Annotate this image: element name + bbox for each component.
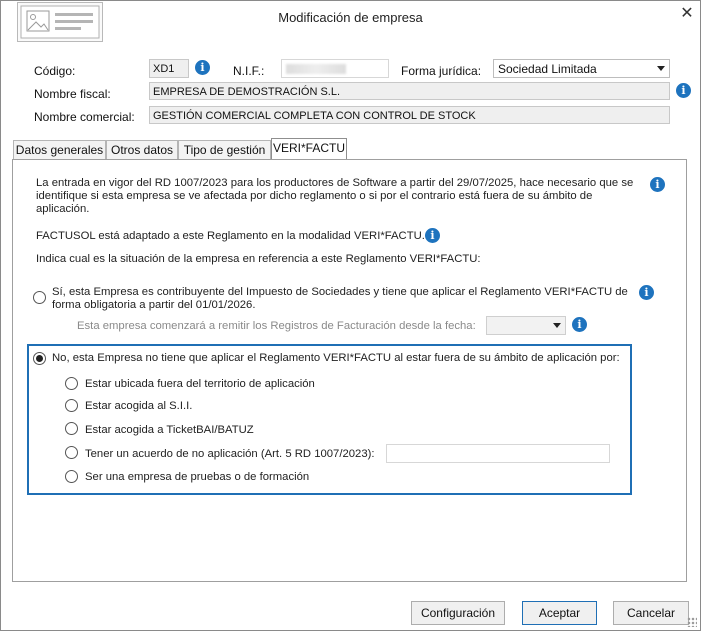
adapted-text: FACTUSOL está adaptado a este Reglamento…: [36, 230, 425, 242]
tab-verifactu[interactable]: VERI*FACTU: [271, 138, 347, 160]
nombre-comercial-label: Nombre comercial:: [34, 110, 135, 124]
radio-ticketbai[interactable]: [65, 422, 78, 435]
forma-juridica-select[interactable]: Sociedad Limitada: [493, 59, 670, 78]
tab-datos-generales[interactable]: Datos generales: [13, 140, 106, 159]
sub-option-label: Estar ubicada fuera del territorio de ap…: [85, 378, 315, 390]
nif-field[interactable]: [281, 59, 389, 78]
nif-label: N.I.F.:: [233, 64, 265, 78]
nombre-comercial-field[interactable]: GESTIÓN COMERCIAL COMPLETA CON CONTROL D…: [149, 106, 670, 124]
aceptar-button[interactable]: Aceptar: [522, 601, 597, 625]
codigo-label: Código:: [34, 64, 76, 78]
indicate-text: Indica cual es la situación de la empres…: [36, 253, 481, 265]
sub-option-label: Estar acogida al S.I.I.: [85, 400, 193, 412]
adapted-info-icon[interactable]: i: [425, 228, 440, 243]
sub-option-label: Tener un acuerdo de no aplicación (Art. …: [85, 448, 375, 460]
tab-tipo-gestion[interactable]: Tipo de gestión: [178, 140, 271, 159]
forma-juridica-value: Sociedad Limitada: [498, 62, 597, 76]
start-date-select[interactable]: [486, 316, 566, 335]
chevron-down-icon: [657, 66, 665, 71]
radio-option-no[interactable]: [33, 352, 46, 365]
start-date-label: Esta empresa comenzará a remitir los Reg…: [77, 320, 476, 332]
sub-option-label: Ser una empresa de pruebas o de formació…: [85, 471, 310, 483]
nombre-fiscal-info-icon[interactable]: i: [676, 83, 691, 98]
dialog-window: Modificación de empresa ✕ Código: XD1 i …: [0, 0, 701, 631]
codigo-field[interactable]: XD1: [149, 59, 189, 78]
tab-otros-datos[interactable]: Otros datos: [106, 140, 178, 159]
radio-pruebas[interactable]: [65, 470, 78, 483]
nombre-fiscal-label: Nombre fiscal:: [34, 87, 111, 101]
forma-juridica-label: Forma jurídica:: [401, 64, 482, 78]
cancelar-button[interactable]: Cancelar: [613, 601, 689, 625]
acuerdo-input[interactable]: [386, 444, 610, 463]
option-no-label: No, esta Empresa no tiene que aplicar el…: [52, 352, 620, 364]
window-title: Modificación de empresa: [278, 10, 423, 25]
codigo-info-icon[interactable]: i: [195, 60, 210, 75]
sub-option-label: Estar acogida a TicketBAI/BATUZ: [85, 424, 254, 436]
option-yes-label: Sí, esta Empresa es contribuyente del Im…: [52, 286, 628, 311]
nif-blurred-value: [286, 64, 346, 74]
resize-grip[interactable]: [687, 617, 697, 627]
intro-info-icon[interactable]: i: [650, 177, 665, 192]
intro-text: La entrada en vigor del RD 1007/2023 par…: [36, 177, 634, 215]
option-yes-info-icon[interactable]: i: [639, 285, 654, 300]
chevron-down-icon: [553, 323, 561, 328]
nombre-fiscal-field[interactable]: EMPRESA DE DEMOSTRACIÓN S.L.: [149, 82, 670, 100]
close-icon[interactable]: ✕: [678, 5, 696, 23]
radio-acuerdo[interactable]: [65, 446, 78, 459]
configuracion-button[interactable]: Configuración: [411, 601, 505, 625]
start-date-info-icon[interactable]: i: [572, 317, 587, 332]
radio-fuera-territorio[interactable]: [65, 377, 78, 390]
radio-option-yes[interactable]: [33, 291, 46, 304]
radio-sii[interactable]: [65, 399, 78, 412]
